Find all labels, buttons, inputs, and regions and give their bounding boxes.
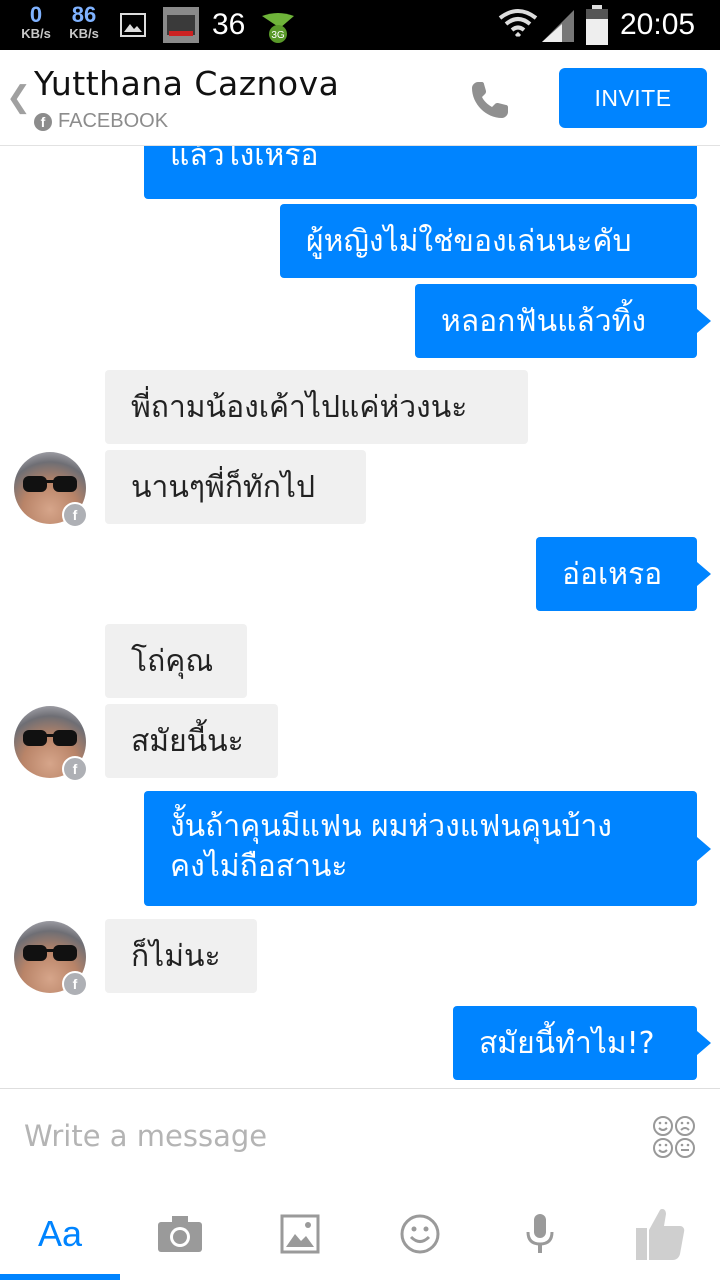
facebook-badge-icon: f (62, 502, 88, 528)
upload-speed-unit: KB/s (69, 26, 99, 41)
bubble-tail (697, 836, 711, 861)
message-text: ก็ไม่นะ (131, 939, 221, 974)
facebook-badge-icon: f (62, 756, 88, 782)
bubble-tail (697, 1031, 711, 1055)
status-bar: 0 KB/s 86 KB/s 36 3G 20:05 (0, 0, 720, 50)
sunglasses-graphic (23, 730, 77, 746)
upload-speed: 86 KB/s (64, 4, 104, 42)
message-text-line-1: งั้นถ้าคุนมีแฟน ผมห่วงแฟนคุนบ้าง (170, 809, 612, 844)
microphone-icon (526, 1214, 554, 1253)
composer-toolbar: Aa (0, 1188, 720, 1280)
image-notification-icon (120, 13, 146, 37)
contact-name[interactable]: Yutthana Caznova (34, 64, 339, 103)
message-bubble-outgoing[interactable]: ผู้หญิงไม่ใช่ของเล่นนะคับ (280, 204, 697, 278)
message-composer[interactable]: Write a message (0, 1088, 720, 1189)
emoticons-icon[interactable] (652, 1115, 696, 1159)
message-bubble-outgoing[interactable]: สมัยนี้ทำไม!? (453, 1006, 711, 1080)
download-speed-value: 0 (29, 2, 43, 27)
message-text: ผู้หญิงไม่ใช่ของเล่นนะคับ (306, 224, 632, 259)
voice-button[interactable] (480, 1188, 600, 1280)
gallery-button[interactable] (240, 1188, 360, 1280)
facebook-icon: f (34, 112, 52, 131)
text-tab[interactable]: Aa (0, 1188, 120, 1280)
3g-data-icon: 3G (262, 13, 294, 43)
bubble-tail (697, 309, 711, 333)
message-bubble-outgoing[interactable]: งั้นถ้าคุนมีแฟน ผมห่วงแฟนคุนบ้าง คงไม่ถื… (144, 791, 711, 906)
message-text: อ่อเหรอ (562, 557, 663, 592)
smiley-icon (400, 1214, 440, 1254)
notification-count: 36 (212, 8, 246, 41)
conversation-header: ❮ Yutthana Caznova f FACEBOOK INVITE (0, 50, 720, 146)
camera-button[interactable] (120, 1188, 240, 1280)
back-chevron-icon[interactable]: ❮ (6, 80, 31, 115)
download-speed: 0 KB/s (16, 4, 56, 42)
message-text-line-2: คงไม่ถือสานะ (170, 849, 348, 884)
thumbs-up-icon (636, 1209, 685, 1260)
invite-button[interactable]: INVITE (559, 68, 707, 128)
battery-icon (586, 5, 608, 45)
camera-icon (158, 1216, 202, 1252)
like-button[interactable] (600, 1188, 720, 1280)
sunglasses-graphic (23, 945, 77, 961)
signal-icon (542, 10, 574, 42)
app-notification-icon (163, 7, 199, 43)
message-text: สมัยนี้ทำไม!? (479, 1026, 655, 1061)
gallery-icon (280, 1214, 320, 1254)
message-bubble-incoming[interactable]: สมัยนี้นะ (105, 704, 278, 778)
message-input[interactable]: Write a message (24, 1119, 267, 1153)
active-tab-indicator (0, 1274, 120, 1280)
wifi-icon (498, 9, 538, 38)
bubble-tail (697, 562, 711, 586)
message-bubble-outgoing[interactable]: อ่อเหรอ (536, 537, 711, 611)
facebook-badge-icon: f (62, 971, 88, 997)
contact-source: f FACEBOOK (34, 110, 168, 133)
message-bubble-incoming[interactable]: ก็ไม่นะ (105, 919, 257, 993)
phone-icon[interactable] (466, 76, 514, 124)
message-text: หลอกฟันแล้วทิ้ง (441, 304, 647, 339)
clock: 20:05 (620, 8, 696, 41)
message-text: โถ่คุณ (131, 644, 214, 679)
message-list[interactable]: แล้วไงเหรอ ผู้หญิงไม่ใช่ของเล่นนะคับ หลอ… (0, 146, 720, 1088)
message-bubble-incoming[interactable]: นานๆพี่ก็ทักไป (105, 450, 366, 524)
message-text: แล้วไงเหรอ (170, 146, 319, 173)
contact-source-label: FACEBOOK (58, 110, 169, 132)
message-bubble-incoming[interactable]: พี่ถามน้องเค้าไปแค่ห่วงนะ (105, 370, 528, 444)
svg-text:3G: 3G (271, 30, 285, 41)
message-text: สมัยนี้นะ (131, 724, 244, 759)
sunglasses-graphic (23, 476, 77, 492)
message-text: นานๆพี่ก็ทักไป (131, 470, 315, 505)
upload-speed-value: 86 (71, 2, 97, 27)
message-text: พี่ถามน้องเค้าไปแค่ห่วงนะ (131, 390, 468, 425)
message-bubble-incoming[interactable]: โถ่คุณ (105, 624, 247, 698)
emoji-button[interactable] (360, 1188, 480, 1280)
message-bubble-outgoing[interactable]: แล้วไงเหรอ (144, 146, 697, 199)
message-bubble-outgoing[interactable]: หลอกฟันแล้วทิ้ง (415, 284, 711, 358)
download-speed-unit: KB/s (21, 26, 51, 41)
text-tab-label: Aa (37, 1213, 83, 1254)
